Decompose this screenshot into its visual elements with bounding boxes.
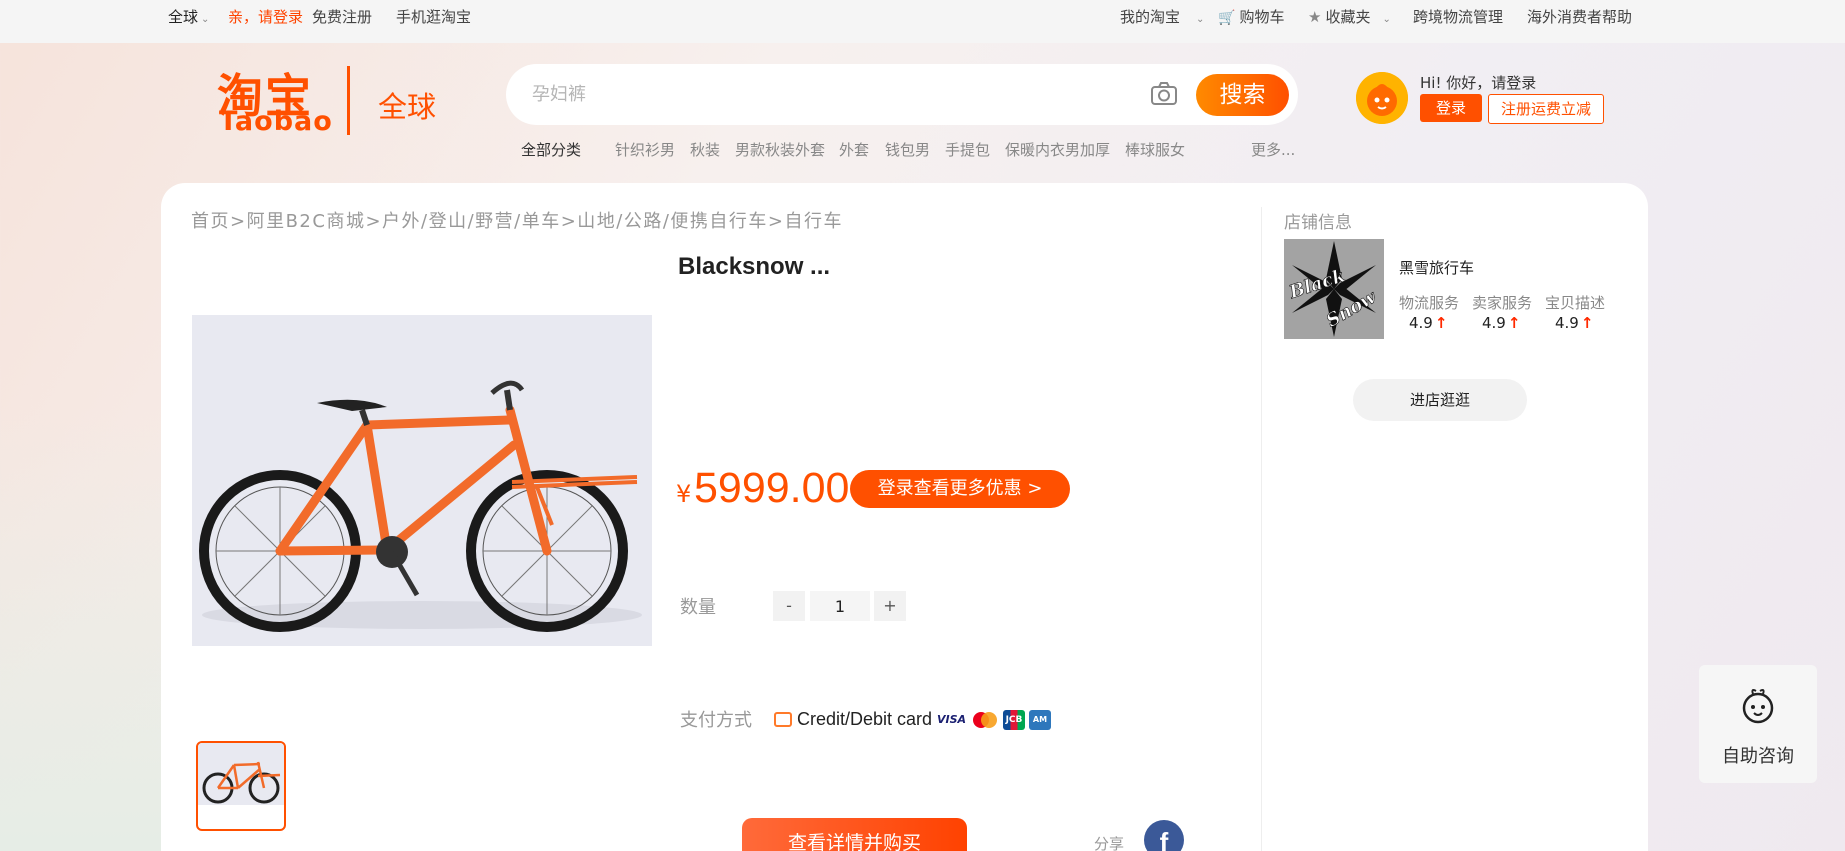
bicycle-thumbnail-image (198, 743, 284, 805)
logo-divider (347, 66, 350, 135)
rating-value-description: 4.9 ↑ (1555, 314, 1594, 332)
hot-word-item[interactable]: 棒球服女 (1125, 139, 1185, 160)
self-service-label: 自助咨询 (1722, 746, 1794, 767)
shop-logo[interactable]: Black Snow (1284, 239, 1384, 339)
register-button[interactable]: 注册运费立减 (1488, 94, 1604, 124)
payment-method: Credit/Debit card (797, 709, 933, 729)
search-box: 搜索 (508, 66, 1296, 123)
hot-word-item[interactable]: 钱包男 (885, 139, 930, 160)
arrow-up-icon: ↑ (1434, 314, 1448, 332)
region-select[interactable]: 全球 ⌄ (168, 6, 209, 27)
credit-card-icon (774, 712, 792, 727)
logo-global-label: 全球 (378, 90, 437, 124)
shop-info-title: 店铺信息 (1284, 213, 1352, 233)
cart-link[interactable]: 🛒 购物车 (1218, 6, 1284, 27)
top-bar: 全球 ⌄ 亲，请登录 免费注册 手机逛淘宝 我的淘宝 ⌄ 🛒 购物车 ★ 收藏夹 ⌄ 跨境… (0, 0, 1845, 43)
visa-icon: VISA (937, 713, 967, 726)
jcb-icon: JCB (1003, 710, 1025, 730)
chevron-down-icon: ⌄ (201, 14, 210, 25)
mascot-icon (1356, 72, 1408, 124)
camera-icon[interactable] (1149, 80, 1179, 108)
share-label: 分享 (1094, 835, 1125, 851)
chevron-down-icon: ⌄ (1196, 14, 1205, 25)
quantity-input[interactable] (810, 591, 870, 621)
breadcrumb[interactable]: 首页>阿里B2C商城>户外/登山/野营/单车>山地/公路/便携自行车>自行车 (191, 207, 843, 233)
amex-icon: AM (1029, 710, 1051, 730)
greeting-text: Hi! 你好，请登录 (1420, 74, 1537, 92)
search-input[interactable] (532, 80, 1132, 108)
quantity-increase-button[interactable]: + (874, 591, 906, 621)
hot-word-item[interactable]: 保暖内衣男加厚 (1005, 139, 1110, 160)
quantity-label: 数量 (680, 597, 716, 618)
divider (1261, 207, 1262, 851)
hot-word-item[interactable]: 秋装 (690, 139, 720, 160)
hot-word-item[interactable]: 男款秋装外套 (735, 139, 825, 160)
quantity-decrease-button[interactable]: - (773, 591, 805, 621)
register-link[interactable]: 免费注册 (312, 6, 372, 27)
chevron-down-icon: ⌄ (1382, 14, 1391, 25)
avatar[interactable] (1356, 72, 1408, 124)
bicycle-image (192, 315, 652, 646)
favorites-menu[interactable]: ★ 收藏夹 ⌄ (1308, 6, 1391, 27)
taobao-logo-en[interactable]: Taobao (219, 106, 333, 137)
my-taobao-menu[interactable]: 我的淘宝 ⌄ (1120, 6, 1204, 27)
product-thumbnail[interactable] (196, 741, 286, 831)
mobile-taobao-link[interactable]: 手机逛淘宝 (396, 6, 471, 27)
mastercard-icon (973, 712, 997, 728)
hot-word-item[interactable]: 外套 (839, 139, 869, 160)
payment-label: 支付方式 (680, 710, 752, 731)
mascot-help-icon (1742, 689, 1774, 724)
chevron-down-icon: ⌄ (526, 139, 537, 153)
login-button[interactable]: 登录 (1420, 94, 1482, 122)
enter-shop-button[interactable]: 进店逛逛 (1353, 379, 1527, 421)
rating-label-logistics: 物流服务 (1399, 294, 1460, 312)
product-title: Blacksnow ... (678, 253, 831, 280)
logistics-link[interactable]: 跨境物流管理 (1413, 6, 1503, 27)
product-price: 5999.00 (694, 464, 850, 512)
currency-symbol: ¥ (676, 480, 692, 508)
shop-logo-image: Black Snow (1284, 239, 1384, 339)
arrow-up-icon: ↑ (1580, 314, 1594, 332)
login-promo-button[interactable]: 登录查看更多优惠 > (850, 470, 1070, 508)
rating-value-logistics: 4.9 ↑ (1409, 314, 1448, 332)
product-main-image[interactable] (192, 315, 652, 646)
view-details-buy-button[interactable]: 查看详情并购买 (742, 818, 967, 851)
arrow-up-icon: ↑ (1507, 314, 1521, 332)
hot-word-item[interactable]: 手提包 (945, 139, 990, 160)
rating-label-description: 宝贝描述 (1545, 294, 1606, 312)
self-service-widget[interactable]: 自助咨询 (1699, 665, 1817, 783)
login-link[interactable]: 亲，请登录 (228, 6, 303, 27)
star-icon: ★ (1308, 8, 1322, 26)
hot-words-more[interactable]: 更多... (1251, 139, 1295, 160)
cart-icon: 🛒 (1218, 10, 1236, 26)
rating-label-seller: 卖家服务 (1472, 294, 1533, 312)
shop-name[interactable]: 黑雪旅行车 (1399, 257, 1474, 278)
search-button[interactable]: 搜索 (1196, 74, 1289, 116)
hot-word-item[interactable]: 针织衫男 (615, 139, 675, 160)
help-link[interactable]: 海外消费者帮助 (1527, 6, 1632, 27)
rating-value-seller: 4.9 ↑ (1482, 314, 1521, 332)
